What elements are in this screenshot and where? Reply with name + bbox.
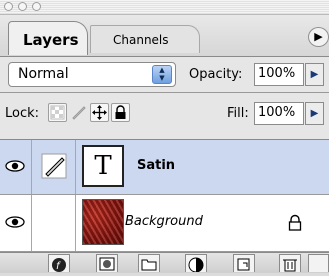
fill-field[interactable]: 100%	[254, 102, 304, 125]
adjustment-layer-icon	[188, 257, 204, 273]
tab-channels-label: Channels	[113, 33, 169, 47]
fill-value: 100%	[258, 105, 296, 120]
layer-thumbnail-background[interactable]	[82, 199, 124, 245]
blend-mode-select[interactable]: Normal	[8, 62, 176, 87]
lock-icon	[287, 214, 303, 236]
opacity-slider-button[interactable]: ▶	[305, 63, 324, 86]
trash-icon	[283, 259, 297, 272]
add-layer-mask-button[interactable]	[96, 254, 118, 272]
eye-icon	[5, 160, 25, 172]
opacity-label: Opacity:	[189, 67, 243, 82]
delete-layer-button[interactable]	[279, 254, 301, 272]
fill-label: Fill:	[227, 106, 249, 121]
lock-transparency-button[interactable]	[48, 103, 67, 122]
options-divider	[0, 92, 329, 93]
panel-menu-button[interactable]: ▶	[308, 27, 329, 47]
new-group-button[interactable]	[138, 254, 160, 272]
tab-channels[interactable]: Channels	[90, 25, 200, 53]
layer-link-cell[interactable]	[34, 140, 76, 194]
lock-position-button[interactable]	[90, 103, 109, 122]
panel-title-bar[interactable]	[0, 0, 329, 15]
close-button[interactable]	[4, 2, 13, 11]
zoom-button[interactable]	[32, 2, 41, 11]
lock-image-button[interactable]	[69, 103, 88, 122]
eye-icon	[5, 216, 25, 228]
visibility-toggle[interactable]	[0, 195, 32, 251]
layer-style-icon: f	[52, 258, 66, 272]
layer-thumbnail-satin[interactable]: T	[82, 145, 124, 187]
layer-name-satin[interactable]: Satin	[137, 158, 175, 173]
layer-mask-icon	[99, 257, 115, 271]
move-icon	[92, 105, 107, 120]
layer-link-cell[interactable]	[34, 195, 76, 251]
lock-label: Lock:	[5, 106, 40, 121]
lock-icon	[115, 105, 126, 119]
lock-all-button[interactable]	[111, 103, 130, 122]
blend-mode-stepper-icon[interactable]: ▲ ▼	[152, 65, 172, 84]
fill-slider-button[interactable]: ▶	[305, 102, 324, 125]
tab-layers-label: Layers	[23, 31, 79, 49]
blend-mode-value: Normal	[18, 66, 69, 82]
brush-icon	[41, 153, 67, 179]
add-layer-style-button[interactable]: f	[48, 254, 70, 272]
folder-icon	[141, 259, 157, 271]
transparency-lock-icon	[50, 105, 65, 120]
text-layer-icon: T	[94, 151, 112, 181]
opacity-value: 100%	[258, 66, 296, 81]
panel-menu-icon: ▶	[314, 30, 323, 43]
new-layer-icon	[237, 258, 250, 271]
tab-layers[interactable]: Layers	[8, 21, 88, 55]
visibility-toggle[interactable]	[0, 140, 32, 194]
resize-handle[interactable]	[308, 254, 329, 272]
opacity-field[interactable]: 100%	[254, 63, 304, 86]
minimize-button[interactable]	[18, 2, 27, 11]
brush-icon	[72, 106, 86, 120]
new-adjustment-layer-button[interactable]	[185, 254, 207, 273]
layer-name-background[interactable]: Background	[125, 214, 203, 229]
new-layer-button[interactable]	[233, 254, 255, 272]
